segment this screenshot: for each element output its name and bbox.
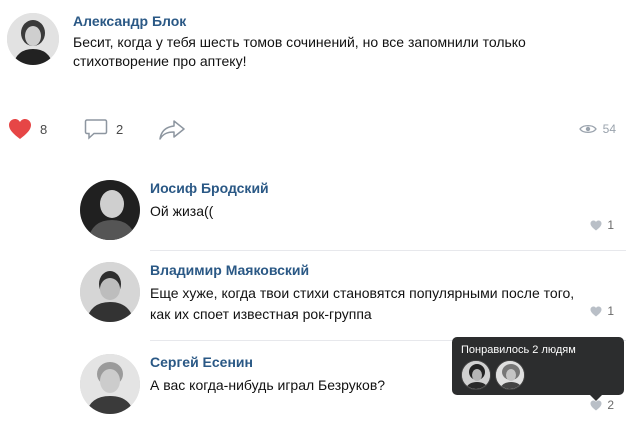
comment-author-name[interactable]: Сергей Есенин: [150, 354, 253, 370]
heart-icon: [590, 400, 602, 410]
share-icon: [159, 120, 185, 140]
comment-text: Еще хуже, когда твои стихи становятся по…: [150, 285, 575, 322]
comment-item: Иосиф Бродский Ой жиза(( 1: [78, 180, 628, 242]
comment-item: Владимир Маяковский Еще хуже, когда твои…: [78, 262, 628, 328]
post-text: Бесит, когда у тебя шесть томов сочинени…: [73, 34, 526, 69]
comment-button[interactable]: 2: [84, 118, 123, 140]
portrait-image: [80, 262, 140, 322]
comment-author-name[interactable]: Владимир Маяковский: [150, 262, 309, 278]
portrait-image: [462, 361, 490, 389]
comment-like-count: 2: [607, 398, 614, 412]
comment-author-avatar[interactable]: [80, 262, 140, 322]
like-count: 8: [40, 121, 48, 137]
comment-like-count: 1: [607, 218, 614, 232]
eye-icon: [578, 124, 597, 134]
comment-author-name[interactable]: Иосиф Бродский: [150, 180, 269, 196]
likes-tooltip: Понравилось 2 людям: [452, 337, 624, 401]
liker-avatar[interactable]: [495, 360, 525, 390]
views-counter: 54: [578, 122, 616, 136]
comment-author-avatar[interactable]: [80, 354, 140, 414]
comment-author-avatar[interactable]: [80, 180, 140, 240]
like-button[interactable]: 8: [8, 118, 47, 140]
share-button[interactable]: [158, 119, 186, 146]
liker-avatar[interactable]: [461, 360, 491, 390]
heart-icon: [590, 220, 602, 230]
portrait-image: [80, 354, 140, 414]
comment-count: 2: [116, 121, 124, 137]
comment-like-button[interactable]: 1: [590, 218, 614, 232]
heart-icon: [590, 306, 602, 316]
post-author-avatar[interactable]: [7, 13, 59, 65]
post-author-name[interactable]: Александр Блок: [73, 13, 186, 29]
heart-icon: [9, 119, 31, 139]
comment-like-count: 1: [607, 304, 614, 318]
views-count: 54: [602, 122, 616, 136]
divider: [150, 250, 626, 251]
comment-icon: [84, 119, 108, 140]
likes-tooltip-title: Понравилось 2 людям: [461, 344, 576, 356]
portrait-image: [80, 180, 140, 240]
portrait-image: [7, 13, 59, 65]
comment-like-button[interactable]: 1: [590, 304, 614, 318]
comment-text: Ой жиза((: [150, 203, 214, 219]
post-actions-bar: 8 2 54: [0, 118, 640, 144]
tooltip-arrow: [590, 395, 602, 401]
portrait-image: [496, 361, 524, 389]
